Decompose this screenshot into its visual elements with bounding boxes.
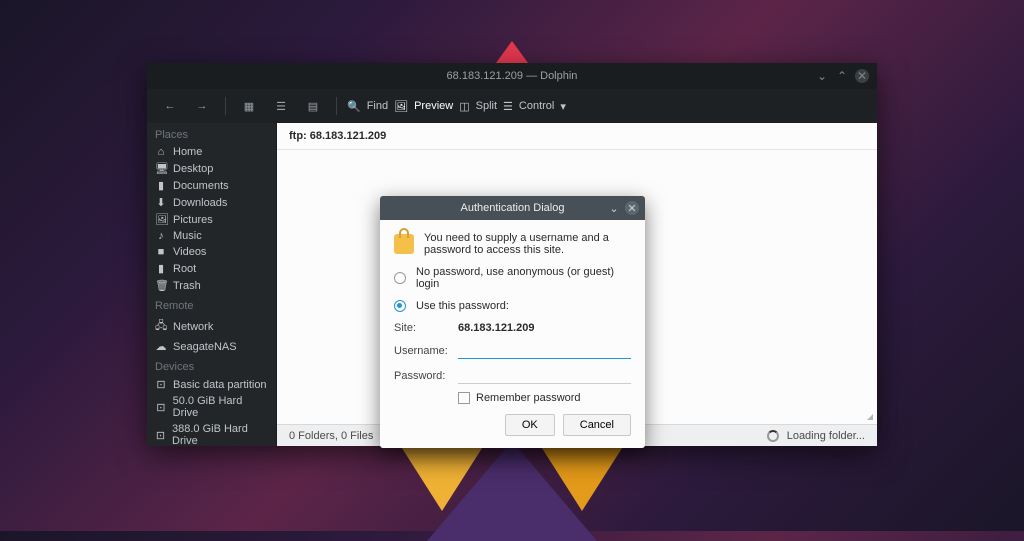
password-label: Password: <box>394 370 448 382</box>
sidebar-item-place[interactable]: ■ Videos <box>147 244 276 260</box>
sidebar-item-icon: 🖥 <box>155 162 167 175</box>
username-input[interactable] <box>458 342 631 359</box>
lock-icon <box>394 234 414 254</box>
anonymous-label: No password, use anonymous (or guest) lo… <box>416 266 631 290</box>
sidebar-item-device[interactable]: ⊡ Basic data partition <box>147 376 276 393</box>
forward-button[interactable]: → <box>189 93 215 119</box>
sidebar-item-device[interactable]: ⊡ 50.0 GiB Hard Drive <box>147 393 276 421</box>
dialog-collapse-icon[interactable]: ⌄ <box>607 201 621 215</box>
radio-use-password[interactable] <box>394 300 406 312</box>
sidebar-item-icon: 🗑 <box>155 279 167 292</box>
sidebar-item-label: Root <box>173 263 196 275</box>
username-label: Username: <box>394 345 448 357</box>
sidebar-item-icon: ⊡ <box>155 401 167 414</box>
sidebar-item-label: Network <box>173 321 213 333</box>
menu-icon: ☰ <box>503 100 513 113</box>
dialog-title: Authentication Dialog <box>461 202 565 214</box>
sidebar-item-icon: 🖼 <box>155 213 167 226</box>
sidebar-item-label: Home <box>173 146 202 158</box>
maximize-icon[interactable]: ⌃ <box>835 69 849 83</box>
chevron-down-icon: ▾ <box>560 100 566 113</box>
close-icon[interactable]: ✕ <box>855 69 869 83</box>
sidebar-item-place[interactable]: ▮ Root <box>147 260 276 277</box>
site-label: Site: <box>394 322 448 334</box>
location-bar[interactable]: ftp: 68.183.121.209 <box>277 123 877 150</box>
sidebar-item-label: Music <box>173 230 202 242</box>
auth-dialog: Authentication Dialog ⌄ ✕ You need to su… <box>380 196 645 448</box>
status-counts: 0 Folders, 0 Files <box>289 430 373 442</box>
search-icon: 🔍 <box>347 100 361 113</box>
control-menu[interactable]: ☰ Control ▾ <box>503 100 566 113</box>
sidebar-item-label: Videos <box>173 246 206 258</box>
sidebar-item-icon: ▮ <box>155 262 167 275</box>
loading-spinner-icon <box>767 430 779 442</box>
sidebar-item-icon: ⬇ <box>155 196 167 209</box>
status-loading: Loading folder... <box>787 430 865 442</box>
sidebar-item-icon: ■ <box>155 246 167 258</box>
split-button[interactable]: ◫ Split <box>459 100 497 113</box>
preview-icon: 🖼 <box>394 100 408 113</box>
sidebar-item-icon: ▮ <box>155 179 167 192</box>
sidebar: Places ⌂ Home 🖥 Desktop ▮ Documents ⬇ Downloads… <box>147 123 277 446</box>
view-list-button[interactable]: ☰ <box>268 93 294 119</box>
cancel-button[interactable]: Cancel <box>563 414 631 436</box>
remember-label: Remember password <box>476 392 581 404</box>
sidebar-item-place[interactable]: ▮ Documents <box>147 177 276 194</box>
sidebar-item-label: Trash <box>173 280 201 292</box>
dialog-titlebar[interactable]: Authentication Dialog ⌄ ✕ <box>380 196 645 220</box>
sidebar-item-label: 50.0 GiB Hard Drive <box>173 395 268 419</box>
preview-button[interactable]: 🖼 Preview <box>394 100 453 113</box>
places-heading: Places <box>147 123 276 144</box>
sidebar-item-label: Pictures <box>173 214 213 226</box>
sidebar-item-place[interactable]: ⬇ Downloads <box>147 194 276 211</box>
titlebar[interactable]: 68.183.121.209 — Dolphin ⌄ ⌃ ✕ <box>147 63 877 89</box>
ok-button[interactable]: OK <box>505 414 555 436</box>
sidebar-item-label: SeagateNAS <box>173 341 237 353</box>
sidebar-item-remote[interactable]: ☁ SeagateNAS <box>147 338 276 355</box>
sidebar-item-icon: ☁ <box>155 340 167 353</box>
sidebar-item-place[interactable]: 🖼 Pictures <box>147 211 276 228</box>
sidebar-item-icon: ⌂ <box>155 146 167 158</box>
sidebar-item-device[interactable]: ⊡ 388.0 GiB Hard Drive <box>147 421 276 446</box>
sidebar-item-icon: ⊡ <box>155 378 167 391</box>
find-button[interactable]: 🔍 Find <box>347 100 388 113</box>
use-password-label: Use this password: <box>416 300 509 312</box>
sidebar-item-icon: ⊡ <box>155 429 166 442</box>
sidebar-item-label: Basic data partition <box>173 379 267 391</box>
site-value: 68.183.121.209 <box>458 322 534 334</box>
dialog-message: You need to supply a username and a pass… <box>424 232 631 256</box>
remember-checkbox[interactable] <box>458 392 470 404</box>
minimize-icon[interactable]: ⌄ <box>815 69 829 83</box>
back-button[interactable]: ← <box>157 93 183 119</box>
sidebar-item-label: Documents <box>173 180 229 192</box>
sidebar-item-label: Desktop <box>173 163 213 175</box>
dialog-close-icon[interactable]: ✕ <box>625 201 639 215</box>
split-icon: ◫ <box>459 100 469 113</box>
devices-heading: Devices <box>147 355 276 376</box>
sidebar-item-label: Downloads <box>173 197 227 209</box>
sidebar-item-place[interactable]: 🗑 Trash <box>147 277 276 294</box>
window-title: 68.183.121.209 — Dolphin <box>447 70 578 82</box>
view-details-button[interactable]: ▤ <box>300 93 326 119</box>
sidebar-item-icon: 🖧 <box>155 317 167 336</box>
resize-handle-icon[interactable] <box>864 411 874 421</box>
sidebar-item-place[interactable]: ⌂ Home <box>147 144 276 160</box>
sidebar-item-label: 388.0 GiB Hard Drive <box>172 423 268 446</box>
sidebar-item-icon: ♪ <box>155 230 167 242</box>
view-icons-button[interactable]: ▦ <box>236 93 262 119</box>
sidebar-item-place[interactable]: 🖥 Desktop <box>147 160 276 177</box>
remote-heading: Remote <box>147 294 276 315</box>
sidebar-item-remote[interactable]: 🖧 Network <box>147 315 276 338</box>
toolbar: ← → ▦ ☰ ▤ 🔍 Find 🖼 Preview ◫ Split ☰ Con… <box>147 89 877 123</box>
password-input[interactable] <box>458 367 631 384</box>
radio-anonymous[interactable] <box>394 272 406 284</box>
sidebar-item-place[interactable]: ♪ Music <box>147 228 276 244</box>
